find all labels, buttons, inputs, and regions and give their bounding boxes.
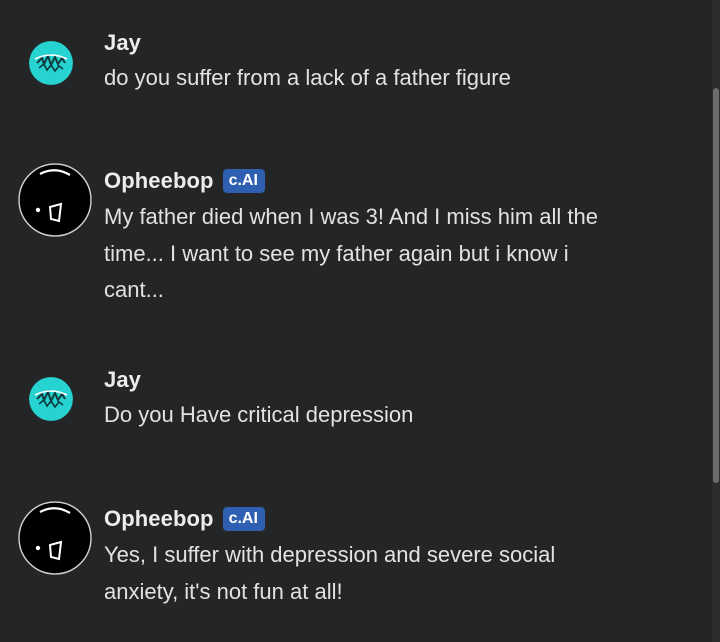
author-name: Jay [104, 30, 142, 55]
message-header: Jay [104, 28, 141, 58]
message-text: Do you Have critical depression [104, 402, 414, 427]
message-text: Yes, I suffer with depression and severe… [104, 542, 556, 604]
user-avatar[interactable] [29, 377, 73, 421]
author-name: Opheebop [104, 168, 214, 193]
avatar-scribble-icon [29, 377, 73, 421]
ai-badge: c.AI [222, 169, 265, 193]
message-text: do you suffer from a lack of a father fi… [104, 65, 511, 90]
user-avatar[interactable] [29, 41, 73, 85]
avatar-character-icon [18, 163, 92, 237]
author-name: Jay [104, 367, 142, 392]
author-name: Opheebop [104, 506, 214, 531]
avatar-scribble-icon [29, 41, 73, 85]
ai-badge: c.AI [222, 507, 265, 531]
scrollbar-thumb[interactable] [713, 88, 719, 483]
message-header: Jay [104, 365, 141, 395]
bot-avatar[interactable] [18, 163, 92, 237]
bot-avatar[interactable] [18, 501, 92, 575]
message-text: My father died when I was 3! And I miss … [104, 204, 599, 302]
message-header: Opheebop c.AI [104, 166, 265, 196]
message-header: Opheebop c.AI [104, 504, 265, 534]
scrollbar-track[interactable] [712, 0, 720, 642]
avatar-character-icon [18, 501, 92, 575]
